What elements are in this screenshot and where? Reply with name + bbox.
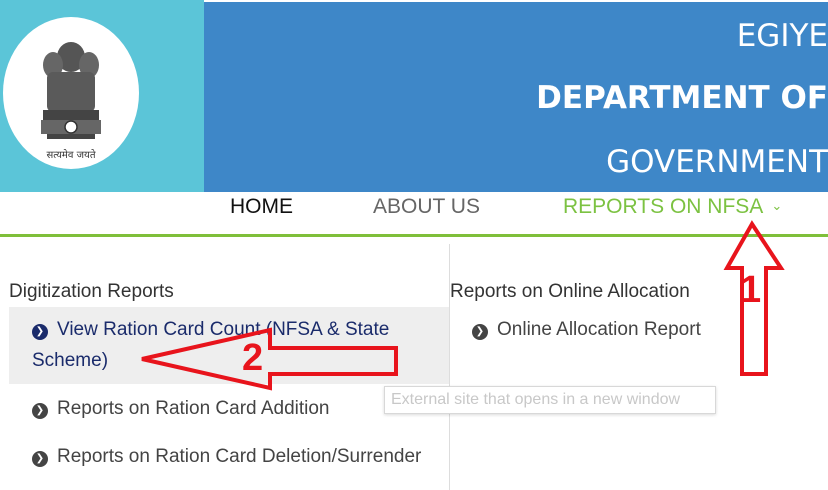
ashoka-emblem-icon: सत्यमेव जयते <box>41 42 101 161</box>
annotation-step-1: 1 <box>740 269 762 311</box>
chevron-down-icon: ⌄ <box>771 198 783 213</box>
online-allocation-report-link[interactable]: ❯ Online Allocation Report <box>472 314 701 345</box>
annotation-step-2: 2 <box>242 337 264 379</box>
ration-card-deletion-link[interactable]: ❯ Reports on Ration Card Deletion/Surrend… <box>32 441 421 472</box>
view-ration-card-count-link[interactable]: ❯ View Ration Card Count (NFSA & State Sc… <box>32 314 422 376</box>
banner-line-2: DEPARTMENT OF <box>536 80 828 116</box>
menu-item-label: View Ration Card Count (NFSA & State Sch… <box>32 319 390 371</box>
banner-line-1: EGIYE <box>736 18 828 54</box>
menu-item-label: Online Allocation Report <box>497 319 701 340</box>
logo-panel: सत्यमेव जयते <box>0 0 204 192</box>
nav-reports-label: REPORTS ON NFSA <box>563 195 764 218</box>
nav-home-link[interactable]: HOME <box>230 195 293 219</box>
emblem-motto: सत्यमेव जयते <box>46 149 95 161</box>
nav-reports-menu[interactable]: REPORTS ON NFSA ⌄ <box>563 195 782 219</box>
menu-item-label: Reports on Ration Card Deletion/Surrende… <box>57 446 422 467</box>
national-emblem-logo[interactable]: सत्यमेव जयते <box>3 17 139 169</box>
ration-card-addition-link[interactable]: ❯ Reports on Ration Card Addition <box>32 393 330 424</box>
menu-item-label: Reports on Ration Card Addition <box>57 398 330 419</box>
nav-about-link[interactable]: ABOUT US <box>373 195 480 219</box>
chevron-circle-right-icon: ❯ <box>32 403 48 419</box>
banner-line-3: GOVERNMENT <box>606 144 828 180</box>
chevron-circle-right-icon: ❯ <box>472 324 488 340</box>
online-allocation-heading: Reports on Online Allocation <box>450 281 690 302</box>
chevron-circle-right-icon: ❯ <box>32 451 48 467</box>
site-banner: EGIYE DEPARTMENT OF GOVERNMENT <box>204 2 828 192</box>
main-nav: HOME ABOUT US REPORTS ON NFSA ⌄ <box>0 192 828 237</box>
tooltip: External site that opens in a new window <box>384 386 716 414</box>
digitization-reports-heading: Digitization Reports <box>9 281 174 302</box>
chevron-circle-right-icon: ❯ <box>32 324 48 340</box>
